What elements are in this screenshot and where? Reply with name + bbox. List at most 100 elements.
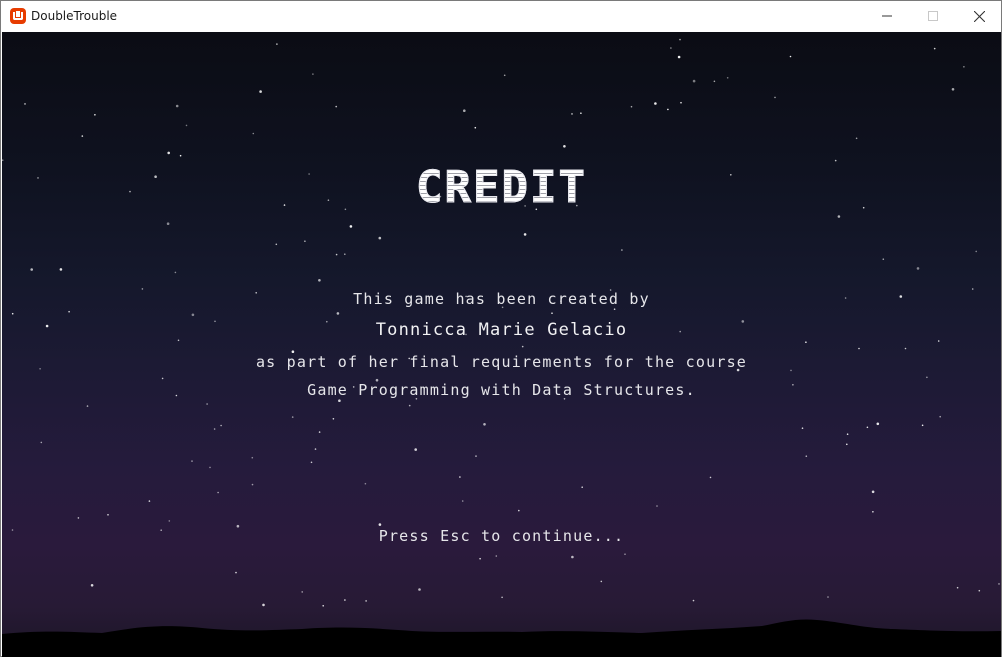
close-icon bbox=[973, 10, 985, 22]
star bbox=[621, 249, 623, 251]
star bbox=[858, 347, 860, 350]
star bbox=[166, 222, 170, 225]
star bbox=[378, 523, 382, 526]
star bbox=[335, 253, 338, 256]
star bbox=[483, 423, 486, 426]
star bbox=[338, 399, 341, 403]
star bbox=[600, 580, 603, 583]
star bbox=[726, 77, 729, 79]
star bbox=[81, 135, 84, 137]
hills-silhouette bbox=[2, 619, 1001, 657]
star bbox=[185, 124, 188, 127]
star bbox=[855, 137, 858, 140]
credit-heading: CREDIT bbox=[2, 162, 1001, 214]
star bbox=[866, 426, 869, 429]
window-title: DoubleTrouble bbox=[31, 9, 118, 23]
star bbox=[563, 145, 566, 148]
star bbox=[463, 109, 466, 112]
star bbox=[86, 405, 89, 407]
star bbox=[191, 313, 195, 317]
star bbox=[475, 455, 477, 457]
star bbox=[275, 243, 278, 246]
maximize-button[interactable] bbox=[910, 1, 956, 31]
star bbox=[318, 279, 321, 282]
star bbox=[479, 557, 481, 560]
star bbox=[251, 456, 254, 459]
star bbox=[148, 500, 151, 502]
star bbox=[872, 511, 874, 513]
star bbox=[846, 433, 849, 436]
star bbox=[68, 310, 70, 313]
star bbox=[933, 47, 936, 50]
star bbox=[40, 441, 43, 444]
star bbox=[656, 505, 658, 507]
credit-line-author: Tonnicca Marie Gelacio bbox=[375, 320, 628, 340]
star bbox=[580, 112, 582, 114]
star bbox=[24, 103, 26, 105]
star bbox=[654, 102, 657, 105]
star bbox=[474, 126, 477, 129]
maximize-icon bbox=[928, 11, 938, 21]
minimize-button[interactable] bbox=[864, 1, 910, 31]
star bbox=[310, 461, 313, 464]
star bbox=[335, 105, 338, 108]
star bbox=[167, 151, 170, 155]
star bbox=[679, 38, 681, 41]
game-window: DoubleTrouble CREDIT This game has been … bbox=[0, 0, 1002, 657]
star bbox=[921, 424, 924, 427]
star bbox=[235, 571, 237, 574]
star bbox=[304, 240, 306, 242]
star bbox=[998, 583, 1000, 585]
star bbox=[206, 403, 208, 405]
star bbox=[418, 588, 421, 591]
star bbox=[414, 448, 418, 451]
close-button[interactable] bbox=[956, 1, 1002, 31]
star bbox=[252, 132, 255, 135]
star bbox=[624, 553, 626, 555]
star bbox=[551, 312, 553, 315]
star bbox=[174, 271, 177, 274]
star bbox=[630, 105, 633, 108]
star bbox=[2, 159, 4, 161]
game-viewport[interactable]: CREDIT This game has been created by Ton… bbox=[2, 32, 1001, 657]
monogame-icon bbox=[10, 8, 26, 24]
star bbox=[161, 377, 164, 380]
star bbox=[882, 258, 885, 260]
star bbox=[276, 43, 278, 45]
star bbox=[168, 520, 171, 522]
star bbox=[581, 486, 583, 489]
star bbox=[30, 268, 33, 271]
star bbox=[523, 233, 527, 236]
star bbox=[179, 154, 182, 157]
star bbox=[90, 584, 94, 587]
star bbox=[837, 215, 841, 218]
star bbox=[713, 80, 716, 83]
credit-line-requirements: as part of her final requirements for th… bbox=[255, 353, 748, 371]
star bbox=[175, 104, 179, 108]
star bbox=[336, 312, 340, 315]
star bbox=[963, 66, 965, 68]
star bbox=[332, 418, 335, 420]
star bbox=[77, 517, 80, 519]
starfield bbox=[2, 38, 1000, 607]
star bbox=[408, 404, 411, 407]
star bbox=[667, 108, 669, 111]
star bbox=[876, 422, 880, 426]
star bbox=[291, 416, 294, 418]
star bbox=[314, 448, 317, 450]
star bbox=[789, 55, 792, 58]
star bbox=[904, 347, 907, 350]
star bbox=[364, 482, 367, 485]
star bbox=[259, 90, 262, 93]
star bbox=[680, 101, 682, 104]
star bbox=[518, 509, 520, 512]
star bbox=[503, 74, 506, 77]
star bbox=[801, 427, 804, 430]
star bbox=[956, 586, 959, 589]
star bbox=[495, 555, 498, 557]
star bbox=[251, 483, 254, 486]
star bbox=[318, 431, 321, 433]
star bbox=[774, 96, 776, 99]
star bbox=[349, 225, 353, 228]
title-bar[interactable]: DoubleTrouble bbox=[1, 1, 1001, 31]
